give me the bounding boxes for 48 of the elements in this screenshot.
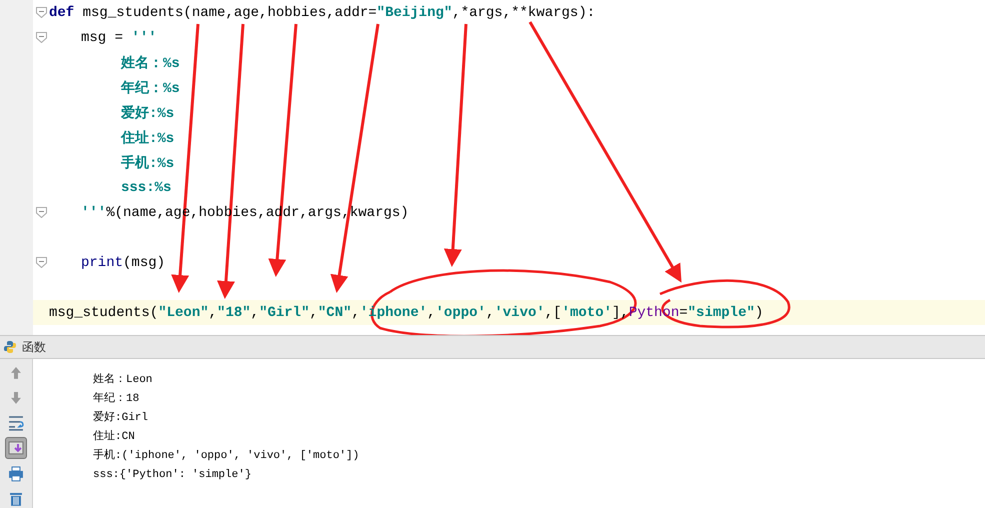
string-literal: 'oppo' [436,304,486,320]
code-text: ], [612,304,629,320]
scroll-to-end-icon[interactable] [5,437,27,460]
output-line: 爱好:Girl [93,410,150,426]
code-text: , [352,304,360,320]
output-line: 姓名：Leon [93,372,154,388]
output-line: 手机:('iphone', 'oppo', 'vivo', ['moto']) [93,448,360,464]
code-text: msg_students( [49,304,158,320]
builtin-name: print [81,254,124,270]
keyword: def [49,4,74,20]
string-literal: 'vivo' [494,304,545,320]
output-line: sss:{'Python': 'simple'} [93,468,252,483]
fold-marker-icon[interactable] [36,207,46,218]
string-literal: 姓名：%s [121,56,180,72]
panel-title: 函数 [22,338,46,356]
string-literal: ''' [81,204,106,220]
code-text: , [486,304,494,320]
string-literal: 'moto' [562,304,612,320]
output-line: 住址:CN [93,429,136,445]
code-text: , [250,304,260,320]
string-literal: "Beijing" [376,4,452,20]
code-text: ,[ [544,304,562,320]
output-line: 年纪：18 [93,391,140,407]
string-literal: "18" [217,304,251,320]
fold-marker-icon[interactable] [36,7,46,18]
fold-marker-icon[interactable] [36,32,46,43]
string-literal: 手机:%s [121,156,174,172]
printer-icon[interactable] [6,464,26,484]
code-text: , [208,304,218,320]
string-literal: "CN" [318,304,352,320]
string-literal: "Leon" [158,304,209,320]
code-text: ) [754,304,764,320]
python-logo-icon [3,340,17,354]
code-text: msg = [81,30,124,46]
code-text: , [309,304,318,320]
string-literal: ''' [131,30,157,46]
string-literal: sss:%s [121,180,172,196]
string-literal: 爱好:%s [121,106,174,122]
string-literal: "simple" [688,304,755,320]
code-text: (msg) [123,254,166,270]
code-text: , [427,304,436,320]
code-text: ,*args,**kwargs): [452,4,596,20]
code-text: msg_students(name,age,hobbies,addr= [82,4,377,20]
string-literal: "Girl" [259,304,310,320]
string-literal: 年纪：%s [121,80,180,96]
string-literal: 住址:%s [121,130,174,146]
fold-marker-icon[interactable] [36,257,46,268]
code-text: = [679,304,688,320]
